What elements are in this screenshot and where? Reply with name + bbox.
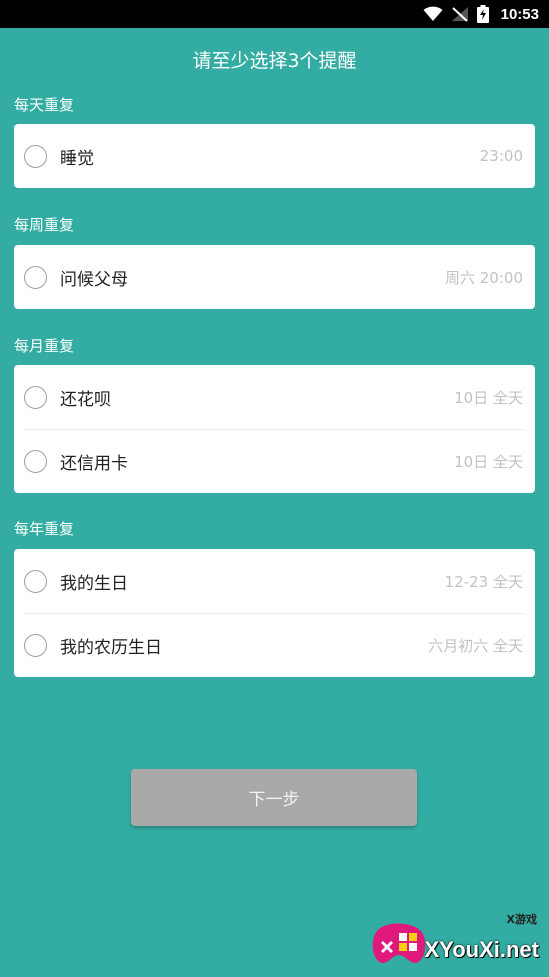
reminder-row-lunar-birthday[interactable]: 我的农历生日 六月初六 全天 <box>14 613 535 677</box>
reminder-card-daily: 睡觉 23:00 <box>14 124 535 188</box>
reminder-title: 还花呗 <box>60 389 111 410</box>
reminder-time: 12-23 全天 <box>444 572 523 591</box>
reminder-time: 六月初六 全天 <box>428 636 523 655</box>
reminder-row-sleep[interactable]: 睡觉 23:00 <box>14 124 535 188</box>
watermark: X游戏 XYouXi.net <box>371 911 541 969</box>
reminder-card-yearly: 我的生日 12-23 全天 我的农历生日 六月初六 全天 <box>14 549 535 677</box>
watermark-small-text: X游戏 <box>506 913 537 926</box>
section-label-weekly: 每周重复 <box>14 216 75 234</box>
reminder-time: 10日 全天 <box>454 388 523 407</box>
reminder-card-monthly: 还花呗 10日 全天 还信用卡 10日 全天 <box>14 365 535 493</box>
radio-button[interactable] <box>24 569 47 593</box>
reminder-time: 10日 全天 <box>454 452 523 471</box>
radio-button[interactable] <box>24 633 47 657</box>
page-title: 请至少选择3个提醒 <box>192 50 357 72</box>
section-label-yearly: 每年重复 <box>14 520 75 538</box>
status-time: 10:53 <box>500 5 539 23</box>
reminder-row-greet-parents[interactable]: 问候父母 周六 20:00 <box>14 245 535 309</box>
reminder-row-credit-card[interactable]: 还信用卡 10日 全天 <box>14 429 535 493</box>
reminder-row-huabei[interactable]: 还花呗 10日 全天 <box>14 365 535 429</box>
next-step-button[interactable]: 下一步 <box>131 769 417 826</box>
radio-button[interactable] <box>24 265 47 289</box>
reminder-title: 睡觉 <box>60 148 94 169</box>
radio-button[interactable] <box>24 385 47 409</box>
reminder-row-birthday[interactable]: 我的生日 12-23 全天 <box>14 549 535 613</box>
section-label-daily: 每天重复 <box>14 96 75 114</box>
watermark-text: XYouXi.net <box>424 937 540 962</box>
reminder-title: 我的农历生日 <box>60 637 162 658</box>
wifi-icon <box>423 6 443 21</box>
reminder-card-weekly: 问候父母 周六 20:00 <box>14 245 535 309</box>
radio-button[interactable] <box>24 449 47 473</box>
gamepad-logo-icon <box>372 923 426 963</box>
reminder-title: 还信用卡 <box>60 453 128 474</box>
battery-charging-icon <box>476 5 489 23</box>
section-label-monthly: 每月重复 <box>14 337 75 355</box>
reminder-time: 周六 20:00 <box>445 268 523 287</box>
no-signal-icon <box>451 7 468 22</box>
radio-button[interactable] <box>24 144 47 168</box>
reminder-time: 23:00 <box>479 147 523 165</box>
reminder-title: 问候父母 <box>60 269 128 290</box>
status-bar: 10:53 <box>0 0 549 28</box>
reminder-title: 我的生日 <box>60 573 128 594</box>
